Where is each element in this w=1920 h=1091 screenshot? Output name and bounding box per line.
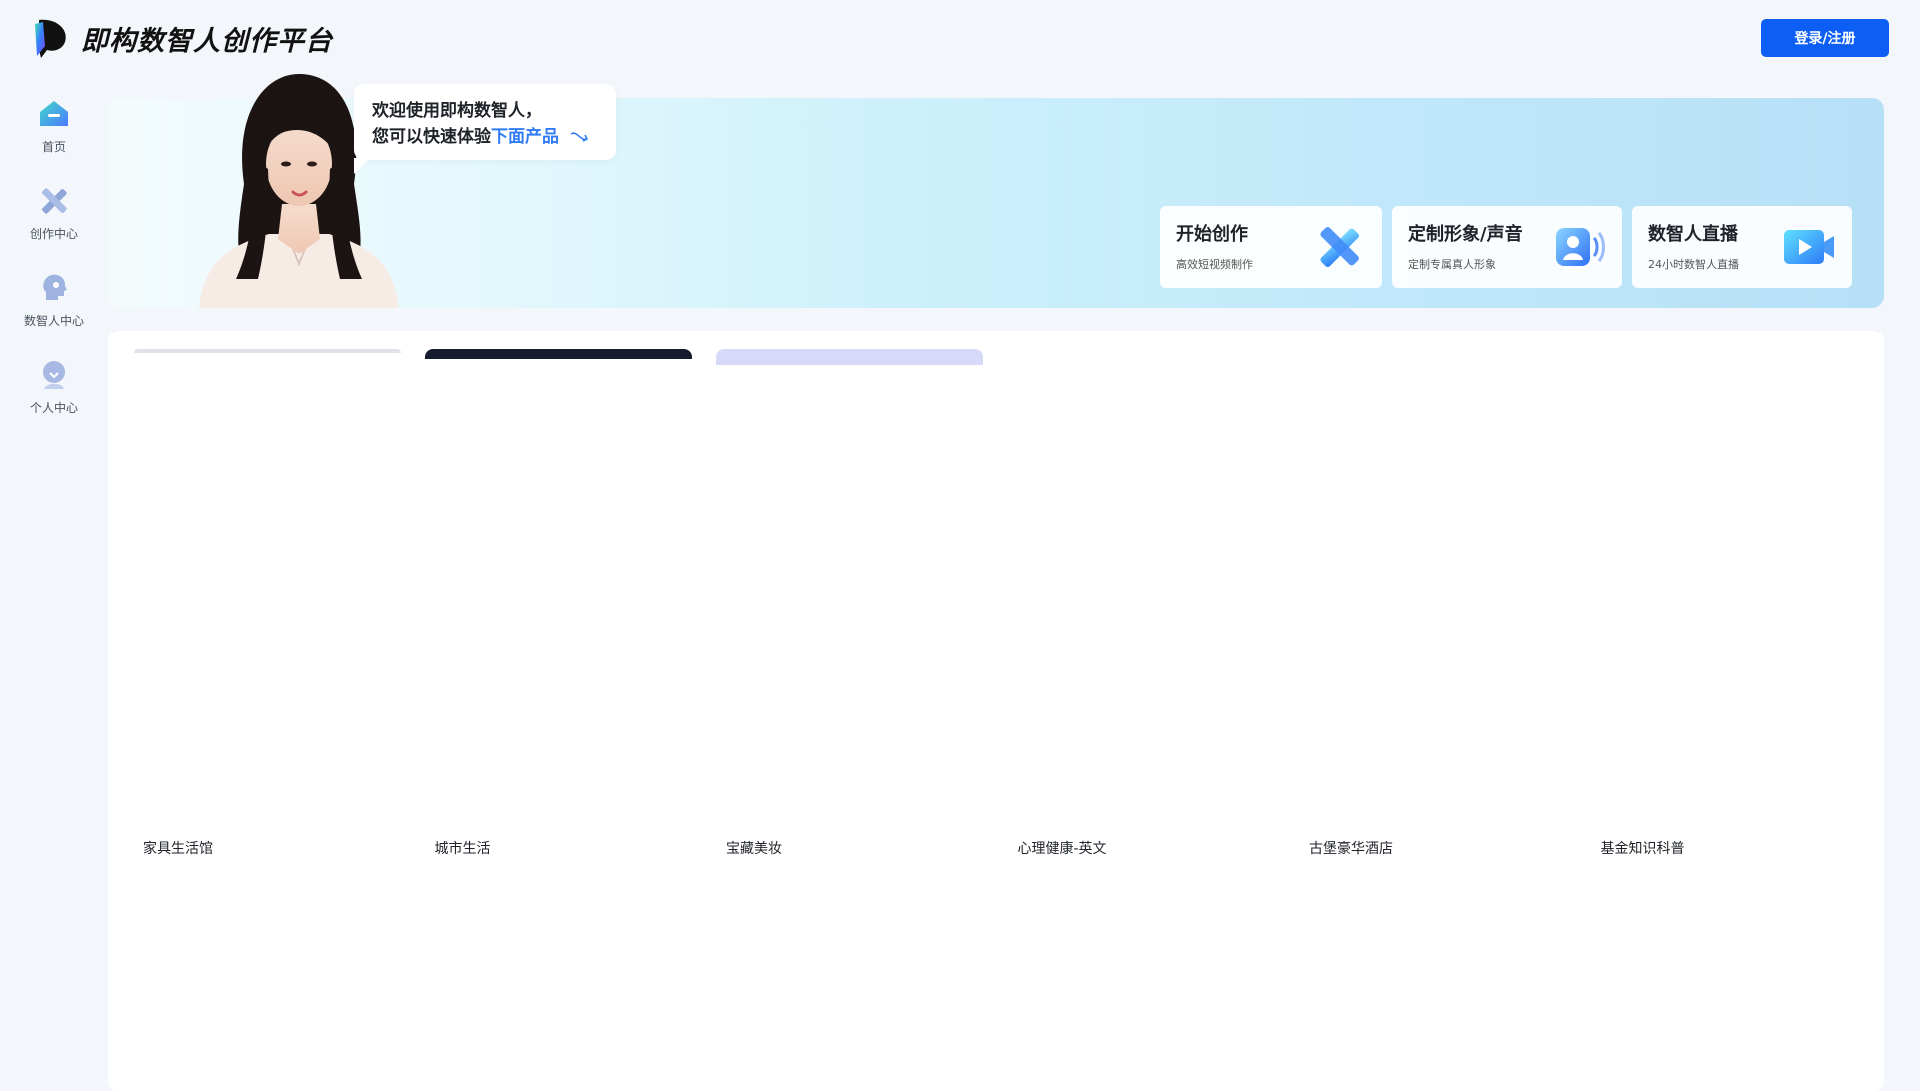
live-video-icon: [1784, 230, 1834, 264]
welcome-line-1: 欢迎使用即构数智人，: [372, 101, 542, 121]
welcome-highlight: 下面产品: [491, 127, 559, 147]
brand-name: 即构数智人创作平台: [81, 25, 333, 57]
custom-avatar-voice-card[interactable]: 定制形象/声音 定制专属真人形象: [1392, 206, 1622, 288]
welcome-banner: 欢迎使用即构数智人， 您可以快速体验下面产品 开始创作 高效短视频制作 定制形象…: [108, 74, 1884, 308]
category-thumbnail[interactable]: [134, 349, 401, 353]
sidebar-item-digital-human[interactable]: 数智人中心: [4, 270, 104, 329]
login-register-button[interactable]: 登录/注册: [1761, 19, 1889, 57]
sidebar-item-label: 数智人中心: [23, 314, 84, 328]
template-item[interactable]: 古堡豪华酒店: [1274, 838, 1566, 858]
sidebar-item-label: 创作中心: [29, 227, 78, 241]
welcome-line-2: 您可以快速体验下面产品: [372, 124, 598, 150]
welcome-line-2-text: 您可以快速体验: [372, 127, 491, 147]
welcome-speech-bubble: 欢迎使用即构数智人， 您可以快速体验下面产品: [354, 84, 616, 174]
creation-icon: [42, 188, 67, 214]
sidebar-item-creation[interactable]: 创作中心: [4, 183, 104, 242]
sidebar-item-profile[interactable]: 个人中心: [4, 357, 104, 416]
category-thumbnails: [134, 349, 983, 365]
sidebar-item-label: 个人中心: [29, 401, 78, 415]
home-icon: [40, 101, 68, 126]
template-item[interactable]: 宝藏美妆: [691, 838, 983, 858]
avatar-voice-icon: [1556, 228, 1605, 266]
profile-icon: [43, 361, 65, 389]
start-creation-card[interactable]: 开始创作 高效短视频制作: [1160, 206, 1382, 288]
digital-human-live-card[interactable]: 数智人直播 24小时数智人直播: [1632, 206, 1852, 288]
sidebar-nav: 首页 创作中心 数智人中心 个人中心: [0, 96, 108, 416]
template-panel: 家具生活馆 城市生活 宝藏美妆 心理健康-英文 古堡豪华酒店 基金知识科普: [108, 331, 1884, 1091]
feature-cards: 开始创作 高效短视频制作 定制形象/声音 定制专属真人形象 数智人直播 24小时…: [1160, 206, 1852, 288]
brand[interactable]: 即构数智人创作平台: [31, 16, 333, 60]
template-list: 家具生活馆 城市生活 宝藏美妆 心理健康-英文 古堡豪华酒店 基金知识科普: [108, 838, 1884, 858]
sidebar-item-label: 首页: [41, 140, 66, 154]
category-thumbnail[interactable]: [425, 349, 692, 359]
digital-human-icon: [43, 274, 67, 300]
template-item[interactable]: 城市生活: [400, 838, 692, 858]
curved-arrow-icon: [570, 132, 588, 142]
template-item[interactable]: 基金知识科普: [1566, 838, 1858, 858]
sidebar-item-home[interactable]: 首页: [4, 96, 104, 155]
template-item[interactable]: 心理健康-英文: [983, 838, 1275, 858]
brand-logo-icon: [35, 19, 66, 58]
category-thumbnail[interactable]: [716, 349, 983, 365]
template-item[interactable]: 家具生活馆: [108, 838, 400, 858]
top-header: 即构数智人创作平台 登录/注册: [0, 0, 1920, 76]
pen-tool-icon: [1320, 227, 1359, 267]
